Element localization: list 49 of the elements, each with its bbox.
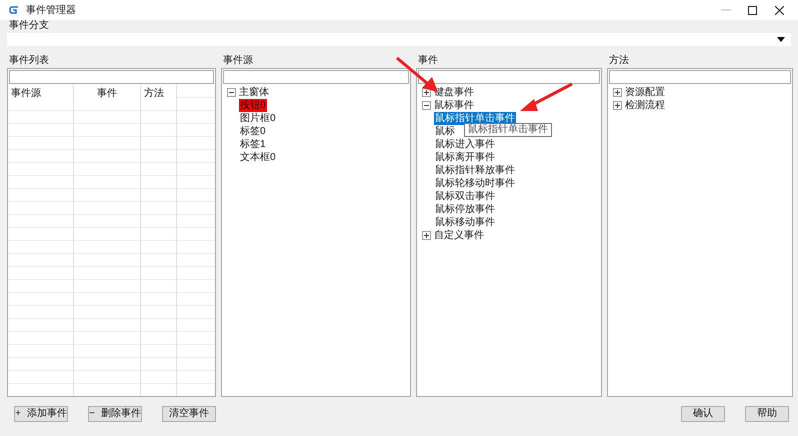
dialog-button[interactable]: + 添加事件 [14,406,68,422]
expand-icon[interactable] [613,88,622,97]
column-header[interactable]: 方法 [141,85,176,101]
dialog-button[interactable]: − 删除事件 [88,406,142,422]
branch-label: 事件分支 [8,20,50,32]
panel-label: 事件源 [222,55,254,67]
search-field[interactable] [9,70,214,84]
tree-item[interactable]: 鼠标停放事件 [434,203,496,216]
dropdown-arrow-icon[interactable] [777,37,785,42]
tree-item[interactable]: 主窗体 [238,86,270,99]
close-icon[interactable] [775,6,784,14]
tree-item[interactable]: 鼠标离开事件 [434,151,496,164]
tree-item[interactable]: 鼠标双击事件 [434,190,496,203]
tree-item[interactable]: 鼠标轮移动时事件 [434,177,516,190]
dialog-button[interactable]: 确认 [681,406,725,422]
column-header[interactable]: 事件 [74,85,140,101]
tree-item[interactable]: 鼠标事件 [433,99,475,112]
expand-icon[interactable] [422,231,431,240]
search-field[interactable] [609,70,791,84]
tree-item[interactable]: 自定义事件 [433,229,485,242]
tree-item[interactable]: 资源配置 [624,86,666,99]
tree-item[interactable]: 标签0 [239,125,267,138]
tree-item[interactable]: 图片框0 [239,112,277,125]
annotation-arrow [520,82,573,111]
expand-icon[interactable] [613,101,622,110]
tree-item[interactable]: 鼠标指针释放事件 [434,164,516,177]
tooltip: 鼠标指针单击事件 [464,123,552,137]
tree-item[interactable]: 检测流程 [624,99,666,112]
dialog-button[interactable]: 帮助 [745,406,789,422]
tree-item[interactable]: 鼠标指针单击事件 [434,112,516,125]
tree-item[interactable]: 按钮0 [239,99,267,112]
maximize-icon[interactable] [748,6,757,14]
tree-item[interactable]: 鼠标 [434,125,456,138]
tree-item[interactable]: 文本框0 [239,151,277,164]
tree-item[interactable]: 鼠标移动事件 [434,216,496,229]
app-logo-icon [9,6,19,14]
tree-item[interactable]: 鼠标进入事件 [434,138,496,151]
collapse-icon[interactable] [422,101,431,110]
window-title: 事件管理器 [26,4,76,18]
search-field[interactable] [223,70,409,84]
dialog-button[interactable]: 清空事件 [162,406,216,422]
tree-item[interactable]: 标签1 [239,138,267,151]
panel-label: 事件 [417,55,439,67]
panel-label: 事件列表 [8,55,50,67]
column-header[interactable]: 事件源 [8,85,73,101]
panel-label: 方法 [608,55,630,67]
search-field[interactable] [418,70,600,84]
expand-icon[interactable] [422,88,431,97]
collapse-icon[interactable] [227,88,236,97]
